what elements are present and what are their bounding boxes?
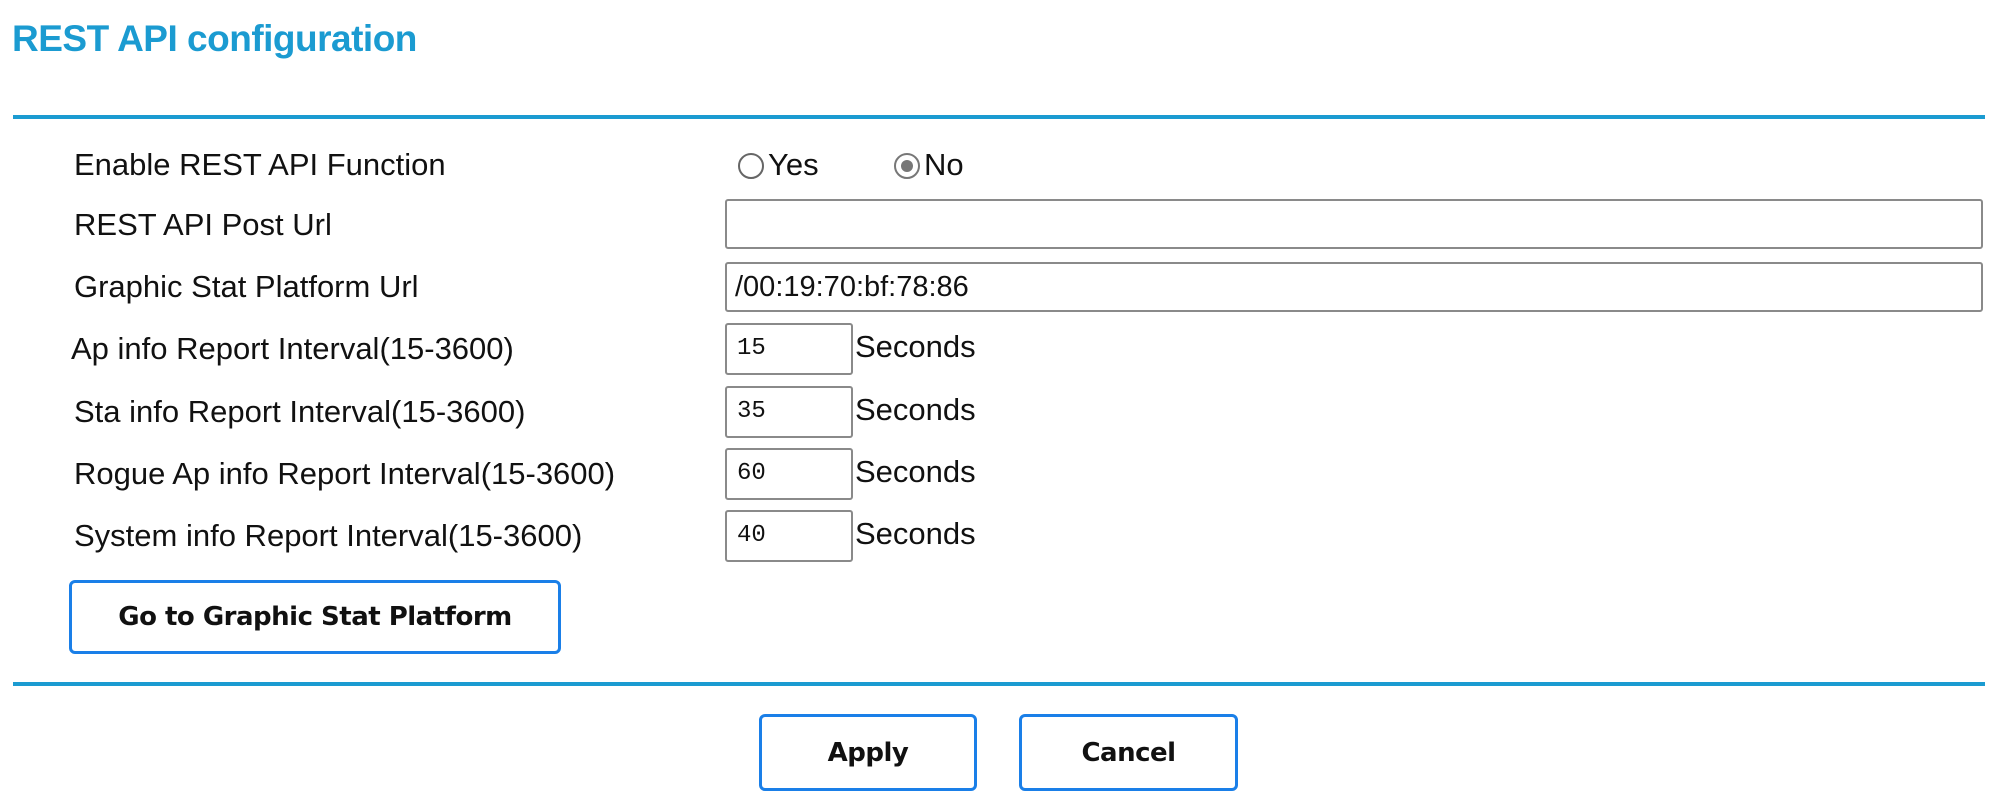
sta-interval-unit: Seconds — [855, 392, 976, 427]
rogue-interval-unit: Seconds — [855, 454, 976, 489]
sta-interval-input[interactable]: 35 — [725, 386, 853, 438]
sta-interval-label: Sta info Report Interval(15-3600) — [74, 394, 526, 429]
platform-url-label: Graphic Stat Platform Url — [74, 269, 419, 304]
radio-yes-label: Yes — [768, 147, 819, 182]
top-divider — [13, 115, 1985, 119]
system-interval-unit: Seconds — [855, 516, 976, 551]
system-interval-input[interactable]: 40 — [725, 510, 853, 562]
radio-no-label: No — [924, 147, 964, 182]
post-url-label: REST API Post Url — [74, 207, 332, 242]
go-to-platform-button[interactable]: Go to Graphic Stat Platform — [69, 580, 561, 654]
enable-label: Enable REST API Function — [74, 147, 446, 182]
ap-interval-unit: Seconds — [855, 329, 976, 364]
page-title: REST API configuration — [12, 18, 417, 59]
rogue-interval-label: Rogue Ap info Report Interval(15-3600) — [74, 456, 616, 491]
bottom-divider — [13, 682, 1985, 686]
ap-interval-input[interactable]: 15 — [725, 323, 853, 375]
radio-yes[interactable] — [738, 153, 764, 179]
system-interval-label: System info Report Interval(15-3600) — [74, 518, 583, 553]
rogue-interval-input[interactable]: 60 — [725, 448, 853, 500]
platform-url-input[interactable]: /00:19:70:bf:78:86 — [725, 262, 1983, 312]
apply-button[interactable]: Apply — [759, 714, 977, 791]
cancel-button[interactable]: Cancel — [1019, 714, 1238, 791]
ap-interval-label: Ap info Report Interval(15-3600) — [71, 331, 514, 366]
post-url-input[interactable] — [725, 199, 1983, 249]
radio-no[interactable] — [894, 153, 920, 179]
